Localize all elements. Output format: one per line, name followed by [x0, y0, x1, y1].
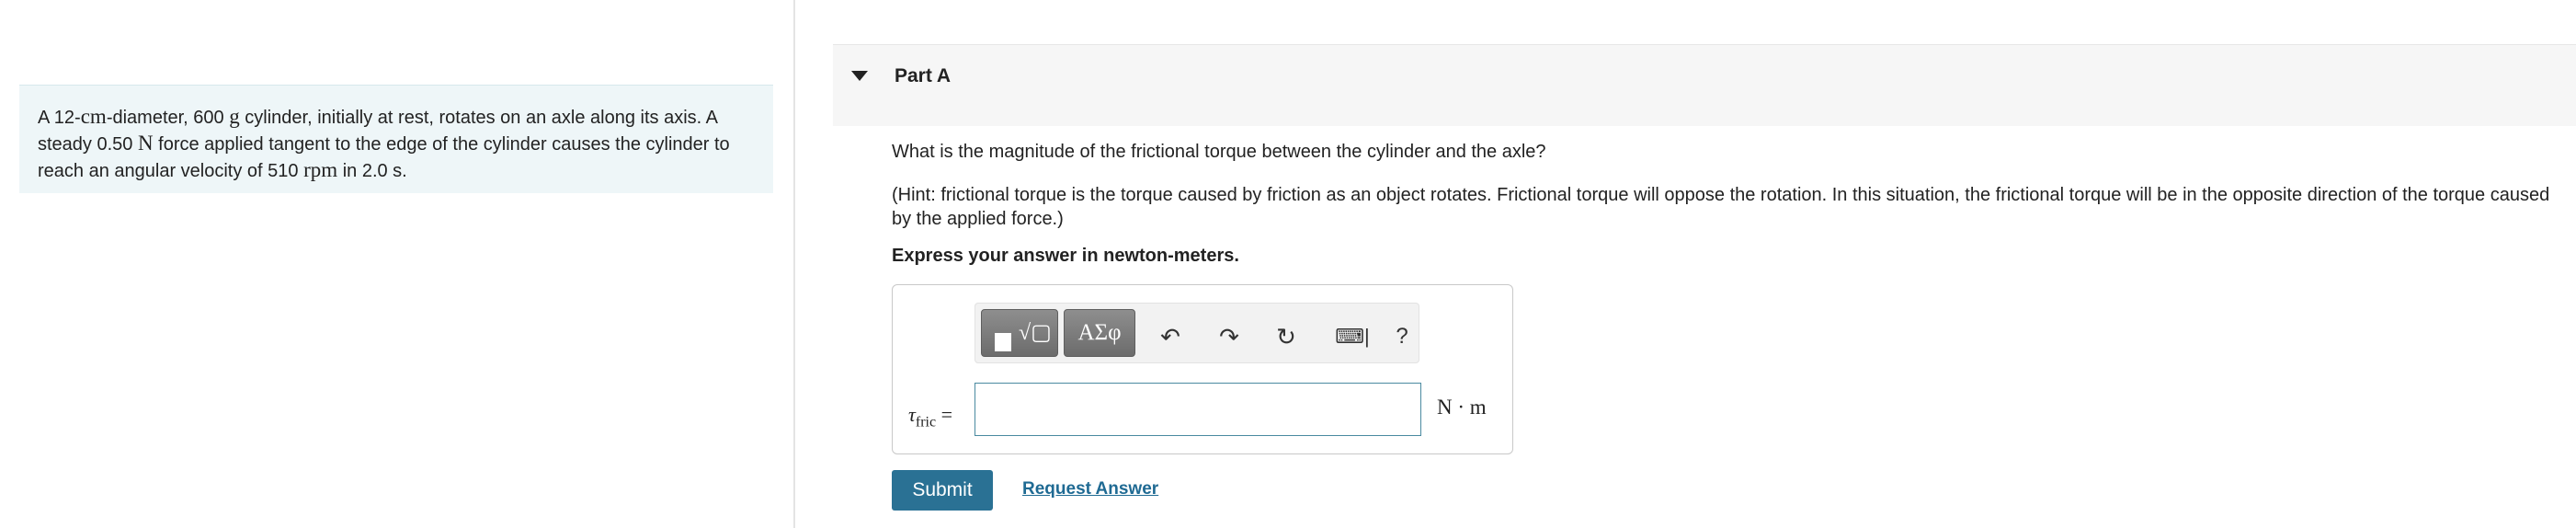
- math-toolbar: √▢ ΑΣφ ↶ ↷ ↻ ⌨| ?: [975, 303, 1419, 363]
- templates-button[interactable]: √▢: [981, 309, 1058, 357]
- sqrt-icon: √▢: [1019, 321, 1052, 345]
- part-title: Part A: [895, 65, 952, 86]
- reset-icon[interactable]: ↻: [1271, 322, 1301, 351]
- answer-input[interactable]: [975, 383, 1421, 436]
- submit-button[interactable]: Submit: [892, 470, 993, 511]
- request-answer-link[interactable]: Request Answer: [1022, 479, 1158, 499]
- variable-symbol: τ: [908, 403, 916, 426]
- units-label: N · m: [1437, 396, 1487, 419]
- answer-panel: √▢ ΑΣφ ↶ ↷ ↻ ⌨| ? τfric = N · m: [892, 284, 1513, 454]
- problem-statement: A 12-cm-diameter, 600 g cylinder, initia…: [19, 85, 773, 193]
- part-a-header[interactable]: Part A: [833, 44, 2576, 126]
- unit-cm: cm: [80, 105, 107, 128]
- redo-icon[interactable]: ↷: [1214, 322, 1244, 351]
- problem-text: -diameter, 600: [106, 108, 230, 128]
- variable-label: τfric =: [908, 403, 952, 430]
- undo-icon[interactable]: ↶: [1156, 322, 1185, 351]
- unit-rpm: rpm: [303, 158, 338, 181]
- hint-text: (Hint: frictional torque is the torque c…: [892, 185, 2550, 229]
- variable-subscript: fric: [915, 414, 937, 430]
- problem-text: A 12-: [38, 108, 81, 128]
- unit-n: N: [137, 132, 154, 155]
- equals-sign: =: [940, 403, 952, 426]
- keyboard-icon[interactable]: ⌨|: [1330, 322, 1374, 351]
- help-icon[interactable]: ?: [1387, 322, 1417, 351]
- question-text: What is the magnitude of the frictional …: [892, 142, 1546, 162]
- collapse-caret-icon[interactable]: [851, 71, 868, 81]
- problem-text: in 2.0 s.: [337, 161, 407, 181]
- unit-g: g: [229, 105, 240, 128]
- greek-symbols-button[interactable]: ΑΣφ: [1064, 309, 1135, 357]
- pane-divider: [793, 0, 795, 528]
- answer-instruction: Express your answer in newton-meters.: [892, 246, 1239, 266]
- template-square-icon: [995, 333, 1011, 351]
